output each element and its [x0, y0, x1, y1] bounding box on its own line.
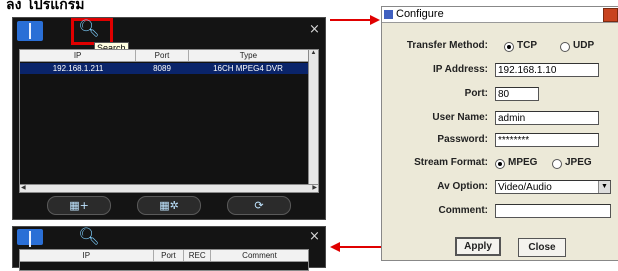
stream-format-label: Stream Format:	[414, 157, 488, 168]
cell-port: 8089	[153, 64, 171, 73]
device-list-window-2: 🔍︎ × IP Port REC Comment	[12, 226, 326, 271]
scroll-right-icon[interactable]: ▶	[312, 185, 317, 192]
column-header-comment[interactable]: Comment	[211, 250, 308, 261]
add-device-button[interactable]: ▦+	[47, 196, 111, 215]
refresh-button[interactable]: ⟳	[227, 196, 291, 215]
arrow-head-right	[370, 15, 380, 25]
password-label: Password:	[437, 134, 488, 145]
page-heading: ลง โปรแกรม	[6, 0, 85, 13]
address-book-icon[interactable]	[17, 21, 43, 41]
device-list-table: IP Port Type 192.168.1.211 8089 16CH MPE…	[19, 49, 309, 185]
user-name-label: User Name:	[432, 112, 488, 123]
chevron-down-icon[interactable]: ▼	[598, 181, 610, 193]
vertical-scrollbar[interactable]: ▲	[308, 49, 319, 185]
transfer-method-label: Transfer Method:	[406, 40, 488, 51]
udp-label[interactable]: UDP	[573, 40, 594, 52]
address-book-icon[interactable]	[17, 229, 43, 247]
column-header-rec[interactable]: REC	[184, 250, 212, 261]
jpeg-label[interactable]: JPEG	[565, 157, 592, 169]
app-icon	[384, 10, 393, 19]
ip-address-field[interactable]: 192.168.1.10	[495, 63, 599, 77]
jpeg-radio[interactable]	[552, 159, 562, 169]
close-icon[interactable]: ×	[309, 230, 320, 244]
arrow-head-left	[330, 242, 340, 252]
refresh-icon: ⟳	[254, 199, 264, 212]
ip-address-label: IP Address:	[432, 64, 488, 75]
horizontal-scrollbar[interactable]: ◀ ▶	[19, 184, 319, 193]
tcp-radio[interactable]	[504, 42, 514, 52]
search-icon[interactable]: 🔍︎	[76, 227, 102, 247]
close-icon[interactable]: ×	[309, 23, 320, 37]
add-device-icon: ▦+	[69, 199, 89, 212]
table-header: IP Port Type	[20, 50, 308, 62]
tcp-label[interactable]: TCP	[517, 40, 537, 52]
port-field[interactable]: 80	[495, 87, 539, 101]
device-list-table-2: IP Port REC Comment	[19, 249, 309, 271]
column-header-ip[interactable]: IP	[20, 250, 154, 261]
comment-field[interactable]	[495, 204, 611, 218]
apply-button[interactable]: Apply	[455, 237, 501, 256]
comment-label: Comment:	[438, 205, 488, 216]
password-field[interactable]: ********	[495, 133, 599, 147]
table-row[interactable]: 192.168.1.211 8089 16CH MPEG4 DVR	[20, 63, 308, 74]
scroll-left-icon[interactable]: ◀	[21, 185, 26, 192]
column-header-type[interactable]: Type	[189, 50, 308, 61]
cell-ip: 192.168.1.211	[52, 64, 104, 73]
close-button[interactable]: Close	[518, 238, 566, 257]
column-header-port[interactable]: Port	[136, 50, 189, 61]
cell-type: 16CH MPEG4 DVR	[213, 64, 283, 73]
scroll-up-icon[interactable]: ▲	[309, 50, 318, 57]
close-icon[interactable]	[603, 8, 618, 22]
mpeg-radio[interactable]	[495, 159, 505, 169]
dialog-titlebar: Configure	[382, 7, 618, 23]
port-label: Port:	[464, 88, 488, 99]
table-header: IP Port REC Comment	[20, 250, 308, 262]
av-option-value: Video/Audio	[498, 182, 552, 193]
column-header-ip[interactable]: IP	[20, 50, 137, 61]
device-settings-button[interactable]: ▦✲	[137, 196, 201, 215]
configure-dialog: Configure Transfer Method: TCP UDP IP Ad…	[381, 6, 618, 261]
search-icon[interactable]: 🔍︎	[76, 19, 102, 39]
dialog-title: Configure	[396, 8, 444, 20]
udp-radio[interactable]	[560, 42, 570, 52]
mpeg-label[interactable]: MPEG	[508, 157, 537, 169]
device-list-window: 🔍︎ × Search IP Port Type 192.168.1.211 8…	[12, 17, 326, 220]
column-header-port[interactable]: Port	[154, 250, 185, 261]
device-settings-icon: ▦✲	[159, 199, 179, 212]
user-name-field[interactable]: admin	[495, 111, 599, 125]
av-option-label: Av Option:	[437, 181, 488, 192]
av-option-select[interactable]: Video/Audio ▼	[495, 180, 611, 194]
